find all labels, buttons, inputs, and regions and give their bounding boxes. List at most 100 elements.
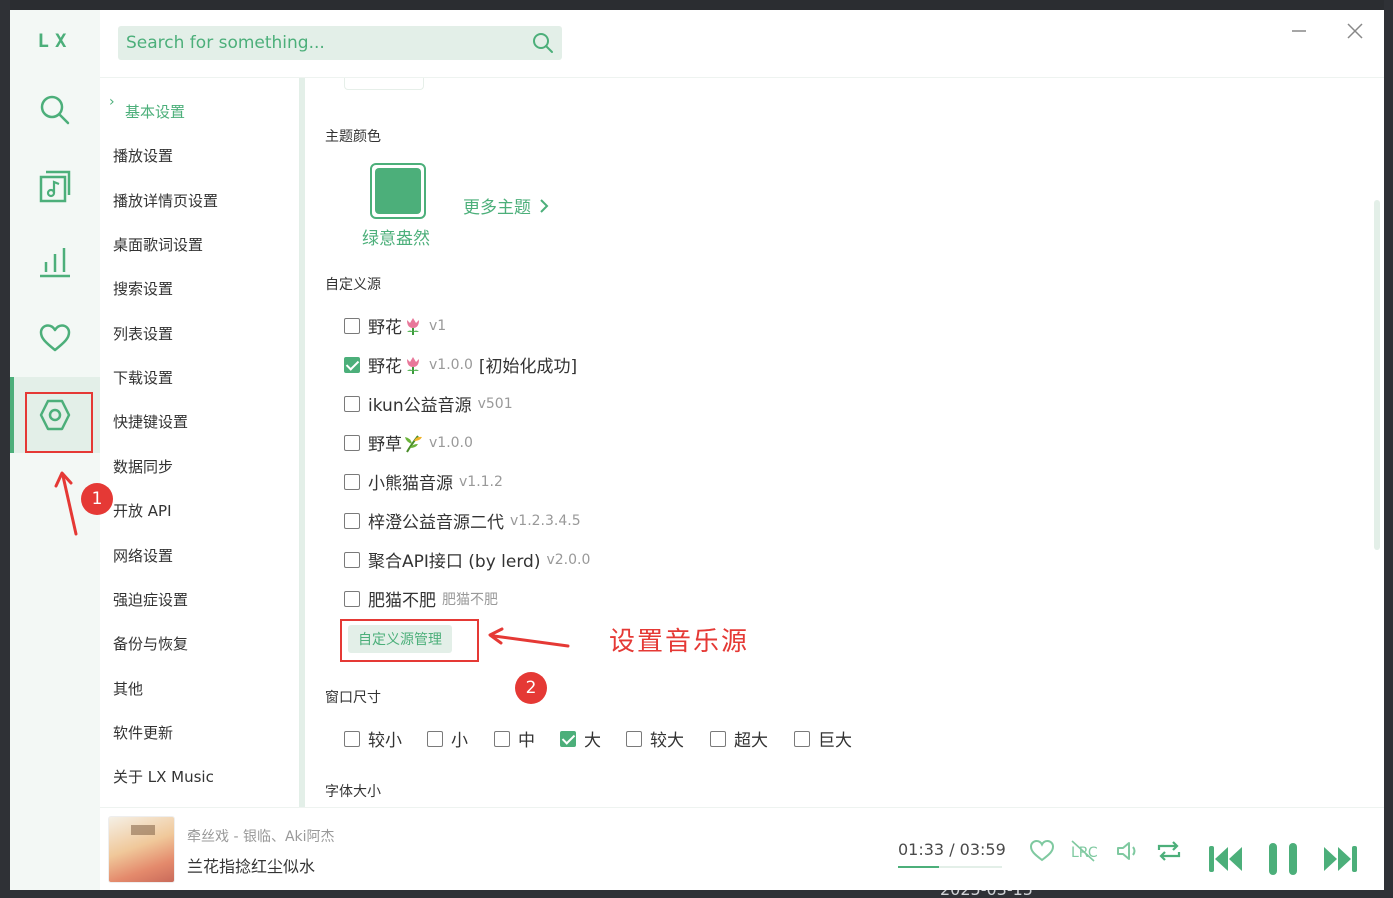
rail-search-button[interactable] (10, 72, 100, 148)
rail-songlist-button[interactable] (10, 148, 100, 224)
nav-item-about[interactable]: 关于 LX Music (113, 766, 214, 787)
nav-item-ocd[interactable]: 强迫症设置 (113, 589, 188, 610)
source-checkbox[interactable] (344, 395, 360, 412)
window-size-option[interactable]: 较大 (626, 726, 684, 751)
current-time: 01:33 (898, 840, 945, 859)
desktop-top-strip (0, 0, 1393, 10)
source-version: v501 (477, 395, 513, 412)
theme-swatch[interactable] (370, 163, 426, 219)
source-checkbox[interactable] (344, 590, 360, 607)
search-input[interactable] (118, 26, 518, 60)
nav-item-backup[interactable]: 备份与恢复 (113, 633, 188, 654)
close-icon[interactable] (1344, 20, 1366, 42)
nav-item-download[interactable]: 下载设置 (113, 367, 173, 388)
source-name: 肥猫不肥 (368, 591, 436, 611)
source-checkbox[interactable] (344, 434, 360, 451)
window-size-checkbox[interactable] (626, 730, 642, 747)
source-name: 野花 (368, 357, 402, 377)
previous-track-icon[interactable] (1208, 844, 1244, 874)
play-time: 01:33 / 03:59 (898, 840, 1006, 859)
settings-nav: › 基本设置 播放设置 播放详情页设置 桌面歌词设置 搜索设置 列表设置 下载设… (100, 78, 300, 808)
lyric-icon[interactable]: LRC (1070, 838, 1098, 864)
nav-item-open-api[interactable]: 开放 API (113, 500, 172, 521)
nav-item-play[interactable]: 播放设置 (113, 145, 173, 166)
source-version: v1.1.2 (459, 473, 503, 490)
annotation-box-settings (25, 392, 93, 453)
source-row[interactable]: 聚合API接口 (by lerd) v2.0.0 (344, 547, 590, 572)
window-size-option[interactable]: 较小 (344, 726, 402, 751)
more-themes-link[interactable]: 更多主题 (463, 193, 549, 218)
source-row[interactable]: 梓澄公益音源二代 v1.2.3.4.5 (344, 508, 581, 533)
nav-item-sync[interactable]: 数据同步 (113, 456, 173, 477)
source-row[interactable]: 野花 v1.0.0 [初始化成功] (344, 352, 577, 377)
source-row[interactable]: 野花 v1 (344, 313, 446, 338)
tulip-emoji-icon (407, 356, 419, 374)
nav-item-play-detail[interactable]: 播放详情页设置 (113, 190, 218, 211)
window-size-option[interactable]: 巨大 (794, 726, 852, 751)
source-version: v1.0.0 (429, 356, 473, 373)
desktop-bottom-strip (0, 890, 1393, 898)
heart-icon[interactable] (1029, 838, 1055, 864)
source-version: v2.0.0 (546, 551, 591, 568)
theme-color (375, 168, 421, 214)
search-icon (40, 95, 70, 125)
window-size-option[interactable]: 大 (560, 726, 601, 751)
window-size-label: 大 (584, 731, 601, 751)
rail-leaderboard-button[interactable] (10, 224, 100, 300)
rail-favorite-button[interactable] (10, 300, 100, 376)
source-checkbox[interactable] (344, 512, 360, 529)
window-size-checkbox[interactable] (560, 730, 576, 747)
nav-item-other[interactable]: 其他 (113, 678, 143, 699)
herb-emoji-icon (405, 434, 422, 452)
minimize-icon[interactable] (1288, 20, 1310, 42)
window-size-label: 较小 (368, 731, 402, 751)
source-status: [初始化成功] (478, 357, 578, 377)
music-list-icon (39, 170, 71, 203)
window-size-checkbox[interactable] (427, 730, 443, 747)
source-checkbox[interactable] (344, 473, 360, 490)
window-size-option[interactable]: 超大 (710, 726, 768, 751)
chevron-right-icon (540, 198, 549, 213)
window-size-checkbox[interactable] (794, 730, 810, 747)
more-themes-label: 更多主题 (463, 198, 531, 218)
window-size-option[interactable]: 小 (427, 726, 468, 751)
chevron-right-icon: › (109, 94, 115, 110)
source-name: 野草 (368, 435, 402, 455)
source-name: 聚合API接口 (by lerd) (368, 552, 541, 572)
next-track-icon[interactable] (1322, 844, 1358, 874)
source-checkbox[interactable] (344, 551, 360, 568)
window-size-label: 较大 (650, 731, 684, 751)
nav-item-hotkey[interactable]: 快捷键设置 (113, 411, 188, 432)
heart-icon (39, 324, 71, 352)
content-scrollbar[interactable] (1374, 200, 1380, 550)
nav-item-network[interactable]: 网络设置 (113, 545, 173, 566)
window-size-checkbox[interactable] (494, 730, 510, 747)
source-checkbox[interactable] (344, 356, 360, 373)
source-checkbox[interactable] (344, 317, 360, 334)
repeat-icon[interactable] (1155, 838, 1183, 864)
progress-bar[interactable] (898, 866, 1002, 868)
desktop-left-strip (0, 0, 10, 898)
source-name: 野花 (368, 318, 402, 338)
source-row[interactable]: 野草 v1.0.0 (344, 430, 473, 455)
source-row[interactable]: 小熊猫音源 v1.1.2 (344, 469, 503, 494)
source-row[interactable]: 肥猫不肥 肥猫不肥 (344, 586, 498, 611)
nav-scrollbar[interactable] (299, 78, 305, 808)
nav-item-search[interactable]: 搜索设置 (113, 278, 173, 299)
search-icon[interactable] (532, 32, 554, 54)
sources-section-title: 自定义源 (325, 277, 381, 293)
window-size-checkbox[interactable] (710, 730, 726, 747)
volume-icon[interactable] (1115, 838, 1141, 864)
annotation-box-manage (340, 619, 479, 662)
nav-item-update[interactable]: 软件更新 (113, 722, 173, 743)
nav-item-desktop-lyric[interactable]: 桌面歌词设置 (113, 234, 203, 255)
window-size-checkbox[interactable] (344, 730, 360, 747)
source-row[interactable]: ikun公益音源 v501 (344, 391, 513, 416)
nav-item-list[interactable]: 列表设置 (113, 323, 173, 344)
duration: 03:59 (959, 840, 1006, 859)
window-size-option[interactable]: 中 (494, 726, 535, 751)
album-cover[interactable] (108, 816, 175, 883)
cover-title-mark (131, 825, 155, 835)
nav-item-basic[interactable]: 基本设置 (125, 101, 185, 122)
pause-icon[interactable] (1266, 842, 1300, 876)
